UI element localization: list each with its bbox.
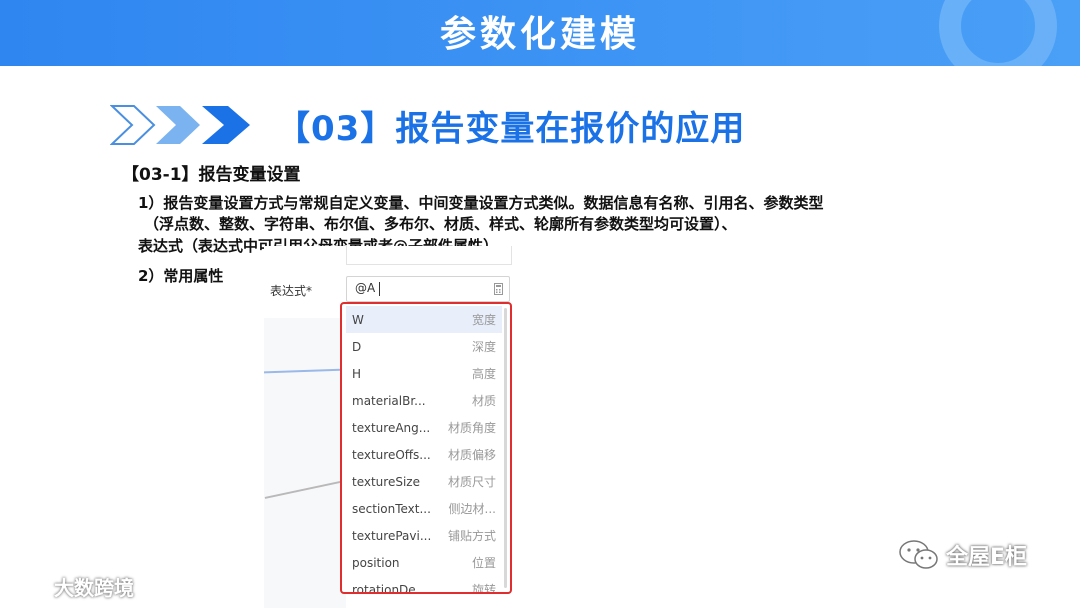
dropdown-item[interactable]: materialBr... 材质 [346, 387, 502, 414]
dropdown-item-name: materialBr... [352, 393, 426, 408]
dropdown-item-name: textureAng... [352, 420, 431, 435]
dropdown-item-alias: 深度 [471, 340, 496, 354]
dropdown-item-name: position [352, 555, 400, 570]
dropdown-item-name: textureSize [352, 474, 420, 489]
sub-heading: 【03-1】报告变量设置 [122, 165, 301, 185]
dropdown-item-name: H [352, 366, 362, 381]
dropdown-item-name: W [352, 312, 364, 327]
section-heading: 【03】报告变量在报价的应用 [110, 100, 745, 150]
dropdown-item-name: sectionText... [352, 501, 431, 516]
dropdown-scrollbar[interactable] [504, 308, 507, 588]
dropdown-item-alias: 宽度 [471, 313, 496, 327]
expression-input[interactable]: @A [346, 276, 510, 302]
dropdown-item[interactable]: textureSize 材质尺寸 [346, 468, 502, 495]
dropdown-item[interactable]: texturePavi... 铺贴方式 [346, 522, 502, 549]
dropdown-item[interactable]: D 深度 [346, 333, 502, 360]
section-heading-text: 【03】报告变量在报价的应用 [276, 108, 746, 149]
dropdown-item-name: texturePavi... [352, 528, 432, 543]
dropdown-item-alias: 材质偏移 [447, 448, 496, 462]
header-bar: 参数化建模 [0, 0, 1080, 66]
dropdown-item[interactable]: position 位置 [346, 549, 502, 576]
expression-value: @A [355, 281, 376, 295]
chevron-arrows-icon [110, 105, 250, 145]
dropdown-item-alias: 材质角度 [447, 421, 496, 435]
dropdown-item[interactable]: H 高度 [346, 360, 502, 387]
dropdown-item-name: textureOffs... [352, 447, 431, 462]
wechat-icon [899, 540, 938, 569]
watermark-left-text: 大数跨境 [54, 576, 134, 600]
paragraph-4: 2）常用属性 [138, 267, 224, 285]
watermark-logo-icon [9, 578, 43, 595]
paragraph-1: 1）报告变量设置方式与常规自定义变量、中间变量设置方式类似。数据信息有名称、引用… [138, 194, 824, 212]
watermark-right: 全屋E柜 [898, 538, 1027, 572]
dropdown-item-alias: 高度 [471, 367, 496, 381]
dropdown-list: W 宽度 D 深度 H 高度 materialBr... 材质 textureAng... 材质角… [346, 306, 502, 594]
dropdown-item[interactable]: W 宽度 [346, 306, 502, 333]
dropdown-item[interactable]: sectionText... 侧边材... [346, 495, 502, 522]
dropdown-item[interactable]: textureOffs... 材质偏移 [346, 441, 502, 468]
text-caret [379, 282, 380, 296]
autocomplete-dropdown: W 宽度 D 深度 H 高度 materialBr... 材质 textureAng... 材质角… [340, 302, 512, 594]
dropdown-item-name: rotationDe... [352, 582, 428, 594]
dropdown-item[interactable]: textureAng... 材质角度 [346, 414, 502, 441]
calculator-icon[interactable] [494, 283, 503, 295]
page-title: 参数化建模 [439, 14, 640, 55]
dropdown-item-alias: 侧边材... [448, 502, 496, 516]
dropdown-item-alias: 旋转 [471, 583, 496, 594]
dropdown-item-alias: 材质 [471, 394, 496, 408]
dropdown-item-name: D [352, 339, 362, 354]
watermark-left: 大数跨境 [8, 572, 134, 601]
paragraph-2: （浮点数、整数、字符串、布尔值、多布尔、材质、样式、轮廓所有参数类型均可设置）、 [144, 215, 737, 233]
background-canvas [264, 318, 346, 608]
expression-label: 表达式* [270, 284, 313, 298]
dropdown-item-alias: 位置 [471, 556, 496, 570]
watermark-right-text: 全屋E柜 [946, 545, 1028, 570]
previous-field [346, 246, 512, 265]
dropdown-item-alias: 材质尺寸 [447, 475, 496, 489]
dropdown-item[interactable]: rotationDe... 旋转 [346, 576, 502, 594]
dropdown-item-alias: 铺贴方式 [447, 529, 496, 543]
